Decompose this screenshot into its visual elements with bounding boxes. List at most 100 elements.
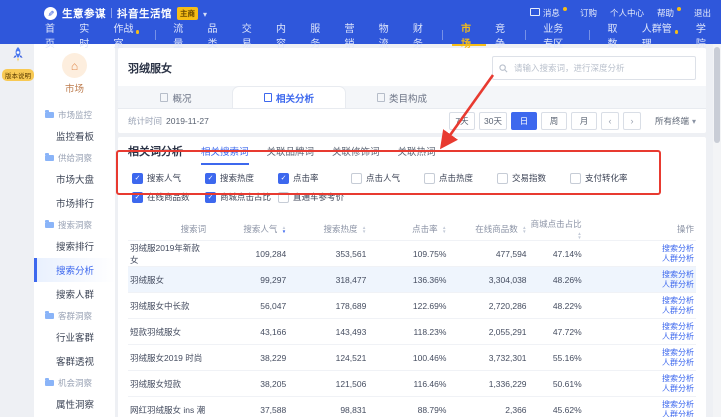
chevron-down-icon[interactable] xyxy=(203,4,207,22)
rocket-icon[interactable] xyxy=(10,46,26,68)
metric-checkbox[interactable]: 搜索人气 xyxy=(132,172,205,184)
nav-separator xyxy=(589,30,590,40)
nav-item[interactable]: 人群管理 xyxy=(633,24,687,46)
nav-item[interactable]: 服务 xyxy=(301,24,335,46)
table-row: 羽绒服女中长款 56,047 178,689 122.69% 2,720,286… xyxy=(128,293,696,319)
sidebar-item[interactable]: 市场大盘 xyxy=(34,167,115,191)
chevron-down-icon xyxy=(692,116,696,126)
nav-item[interactable]: 业务专区 xyxy=(534,24,598,46)
nav-item[interactable]: 首页 xyxy=(36,24,70,46)
search-box[interactable] xyxy=(492,56,696,80)
tab[interactable]: 类目构成 xyxy=(346,87,458,108)
column-header[interactable]: 搜索热度 xyxy=(288,218,368,241)
nav-item[interactable]: 市场 xyxy=(452,24,486,46)
quick-link[interactable]: 退出 xyxy=(694,7,711,19)
sidebar-item[interactable]: 市场排行 xyxy=(34,191,115,215)
search-analysis-link[interactable]: 搜索分析 xyxy=(586,374,694,384)
search-analysis-link[interactable]: 搜索分析 xyxy=(586,322,694,332)
column-header[interactable]: 操作 xyxy=(584,218,696,241)
sidebar-item[interactable]: 供给洞察 xyxy=(34,148,115,167)
search-analysis-link[interactable]: 搜索分析 xyxy=(586,348,694,358)
search-analysis-link[interactable]: 搜索分析 xyxy=(586,400,694,410)
crowd-analysis-link[interactable]: 人群分析 xyxy=(586,384,694,394)
keyword-header-card: 羽绒服女 概况 相关分析 xyxy=(118,48,706,133)
search-analysis-link[interactable]: 搜索分析 xyxy=(586,270,694,280)
column-header[interactable]: 搜索人气 xyxy=(208,218,288,241)
column-header[interactable]: 在线商品数 xyxy=(448,218,528,241)
subtab[interactable]: 关联热词 xyxy=(398,137,436,165)
metric-checkbox[interactable]: 支付转化率 xyxy=(570,172,643,184)
version-badge[interactable]: 版本说明 xyxy=(2,69,34,81)
metric-checkbox[interactable]: 点击热度 xyxy=(424,172,497,184)
search-analysis-link[interactable]: 搜索分析 xyxy=(586,296,694,306)
metric-checkbox[interactable]: 点击人气 xyxy=(351,172,424,184)
quick-link[interactable]: 消息 xyxy=(530,7,567,19)
sidebar-item[interactable]: 搜索人群 xyxy=(34,282,115,306)
scrollbar-thumb[interactable] xyxy=(714,47,720,143)
nav-item[interactable]: 财务 xyxy=(404,24,452,46)
subtab[interactable]: 关联修饰词 xyxy=(332,137,380,165)
notification-dot xyxy=(677,7,681,11)
metric-checkbox[interactable]: 在线商品数 xyxy=(132,191,205,203)
nav-item[interactable]: 交易 xyxy=(233,24,267,46)
scrollbar[interactable] xyxy=(713,44,721,417)
range-button[interactable]: 7天 xyxy=(449,112,475,130)
search-analysis-link[interactable]: 搜索分析 xyxy=(586,244,694,254)
metric-checkbox[interactable]: 直通车参考价 xyxy=(278,191,351,203)
nav-item[interactable]: 品类 xyxy=(199,24,233,46)
tab[interactable]: 相关分析 xyxy=(232,86,346,108)
sidebar-item[interactable]: 属性洞察 xyxy=(34,392,115,416)
crowd-analysis-link[interactable]: 人群分析 xyxy=(586,410,694,417)
sidebar-item[interactable]: 客群透视 xyxy=(34,349,115,373)
nav-item[interactable]: 内容 xyxy=(267,24,301,46)
range-button[interactable]: 周 xyxy=(541,112,567,130)
crowd-analysis-link[interactable]: 人群分析 xyxy=(586,306,694,316)
nav-item[interactable]: 流量 xyxy=(164,24,198,46)
sidebar-item[interactable]: 监控看板 xyxy=(34,124,115,148)
subtab[interactable]: 关联品牌词 xyxy=(267,137,315,165)
nav-item[interactable]: 作战室 xyxy=(104,24,164,46)
metric-checkbox[interactable]: 搜索热度 xyxy=(205,172,278,184)
sidebar-item[interactable]: 搜索排行 xyxy=(34,234,115,258)
quick-link[interactable]: 帮助 xyxy=(657,7,681,19)
sidebar-item[interactable]: 搜索洞察 xyxy=(34,215,115,234)
nav-item[interactable]: 营销 xyxy=(335,24,369,46)
range-button[interactable]: 30天 xyxy=(479,112,507,130)
search-heat-cell: 121,506 xyxy=(288,371,368,397)
quick-link[interactable]: 个人中心 xyxy=(610,7,644,19)
nav-item[interactable]: 物流 xyxy=(370,24,404,46)
nav-item[interactable]: 学院 xyxy=(687,24,721,46)
prev-button[interactable] xyxy=(601,112,619,130)
sidebar-item[interactable]: 搜索分析 xyxy=(34,258,115,282)
range-button[interactable]: 日 xyxy=(511,112,537,130)
crowd-analysis-link[interactable]: 人群分析 xyxy=(586,332,694,342)
metric-checkbox[interactable]: 商城点击占比 xyxy=(205,191,278,203)
quick-link[interactable]: 订购 xyxy=(580,7,597,19)
column-header[interactable]: 点击率 xyxy=(368,218,448,241)
range-button[interactable]: 月 xyxy=(571,112,597,130)
sidebar-item[interactable]: 机会洞察 xyxy=(34,373,115,392)
table-row: 羽绒服女短款 38,205 121,506 116.46% 1,336,229 … xyxy=(128,371,696,397)
crowd-analysis-link[interactable]: 人群分析 xyxy=(586,280,694,290)
terminal-dropdown[interactable]: 所有终端 xyxy=(655,115,696,127)
stat-time-label: 统计时间 xyxy=(128,115,162,127)
sidebar-item[interactable]: 市场监控 xyxy=(34,105,115,124)
metric-checkbox[interactable]: 点击率 xyxy=(278,172,351,184)
crowd-analysis-link[interactable]: 人群分析 xyxy=(586,254,694,264)
metric-checkbox[interactable]: 交易指数 xyxy=(497,172,570,184)
sidebar-item[interactable]: 客群洞察 xyxy=(34,306,115,325)
tab[interactable]: 概况 xyxy=(120,87,232,108)
nav-item[interactable]: 竞争 xyxy=(486,24,534,46)
next-button[interactable] xyxy=(623,112,641,130)
mall-click-share-cell: 48.26% xyxy=(529,267,584,293)
version-widget[interactable]: 版本说明 xyxy=(2,46,34,81)
column-header[interactable]: 商城点击占比 xyxy=(529,218,584,241)
folder-icon xyxy=(45,222,54,228)
nav-item[interactable]: 取数 xyxy=(598,24,632,46)
subtab[interactable]: 相关搜索词 xyxy=(201,137,249,165)
crowd-analysis-link[interactable]: 人群分析 xyxy=(586,358,694,368)
sidebar-item[interactable]: 行业客群 xyxy=(34,325,115,349)
nav-item[interactable]: 实时 xyxy=(70,24,104,46)
search-input[interactable] xyxy=(512,62,689,74)
column-header[interactable]: 搜索词 xyxy=(128,218,208,241)
